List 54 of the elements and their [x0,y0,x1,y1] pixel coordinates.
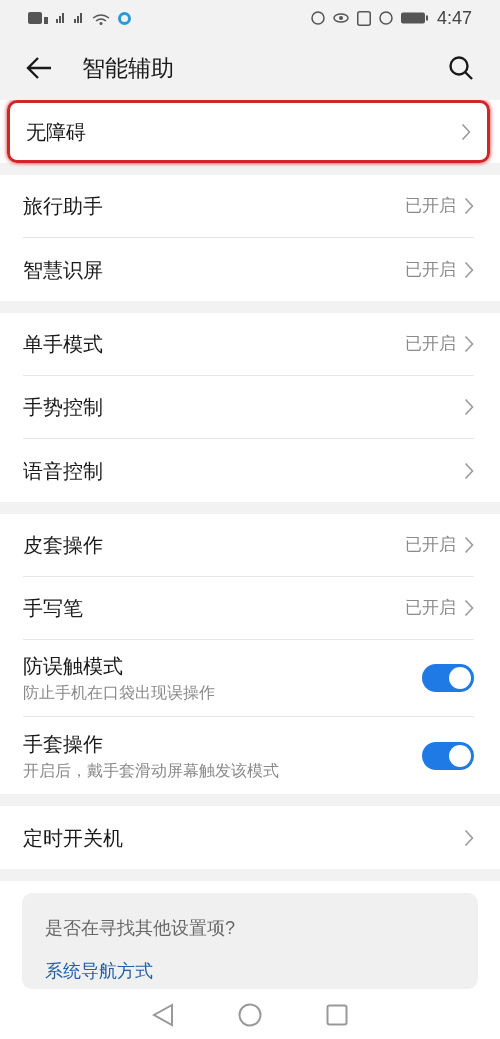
settings-row[interactable]: 手套操作 开启后，戴手套滑动屏幕触发该模式 [23,717,474,794]
row-description: 开启后，戴手套滑动屏幕触发该模式 [23,760,279,781]
row-label: 旅行助手 [23,194,103,219]
row-label: 手势控制 [23,395,103,420]
chevron-right-icon [464,197,474,215]
chevron-right-icon [461,122,471,141]
row-label: 手套操作 [23,731,104,757]
settings-row[interactable]: 手势控制 [23,376,474,439]
row-status: 已开启 [405,195,456,218]
battery-icon [400,12,429,24]
chevron-right-icon [464,599,474,617]
row-label: 单手模式 [23,332,103,357]
eye-icon [332,13,349,23]
settings-row[interactable]: 旅行助手 已开启 [23,175,474,238]
row-status: 已开启 [405,333,456,356]
page-title: 智能辅助 [82,53,174,83]
nav-recents-button[interactable] [326,1004,348,1026]
settings-row[interactable]: 语音控制 [23,439,474,502]
settings-row[interactable]: 无障碍 [7,100,490,163]
settings-row[interactable]: 单手模式 已开启 [23,313,474,376]
suggestion-link[interactable]: 系统导航方式 [45,958,455,985]
chevron-right-icon [464,461,474,480]
row-label: 防误触模式 [23,654,124,679]
suggestion-title: 是否在寻找其他设置项? [45,917,236,940]
nav-back-button[interactable] [152,1003,174,1027]
chevron-right-icon [464,335,474,353]
signal-icon [74,13,84,23]
toggle-switch[interactable] [422,664,474,692]
row-status: 已开启 [405,597,456,620]
row-label: 定时开关机 [23,825,123,851]
row-label: 手写笔 [23,596,83,621]
row-label: 语音控制 [23,458,103,484]
settings-row[interactable]: 防误触模式 防止手机在口袋出现误操作 [23,640,474,717]
hd-icon [28,12,48,24]
circle-icon [118,11,131,25]
settings-row[interactable]: 定时开关机 [23,806,474,869]
settings-row[interactable]: 智慧识屏 已开启 [23,238,474,301]
row-label: 无障碍 [26,119,86,145]
wifi-icon [92,11,110,25]
nav-home-button[interactable] [238,1003,262,1027]
chevron-right-icon [464,828,474,847]
chevron-right-icon [464,260,474,279]
chevron-right-icon [464,536,474,554]
toggle-switch[interactable] [422,741,474,770]
row-label: 皮套操作 [23,533,103,558]
settings-row[interactable]: 手写笔 已开启 [23,577,474,640]
row-status: 已开启 [405,258,456,281]
status-time: 4:47 [436,6,472,30]
chevron-right-icon [464,398,474,416]
settings-row[interactable]: 皮套操作 已开启 [23,514,474,577]
row-status: 已开启 [405,534,456,557]
row-label: 智慧识屏 [23,257,103,283]
row-description: 防止手机在口袋出现误操作 [23,683,215,703]
signal-icon [56,13,66,23]
